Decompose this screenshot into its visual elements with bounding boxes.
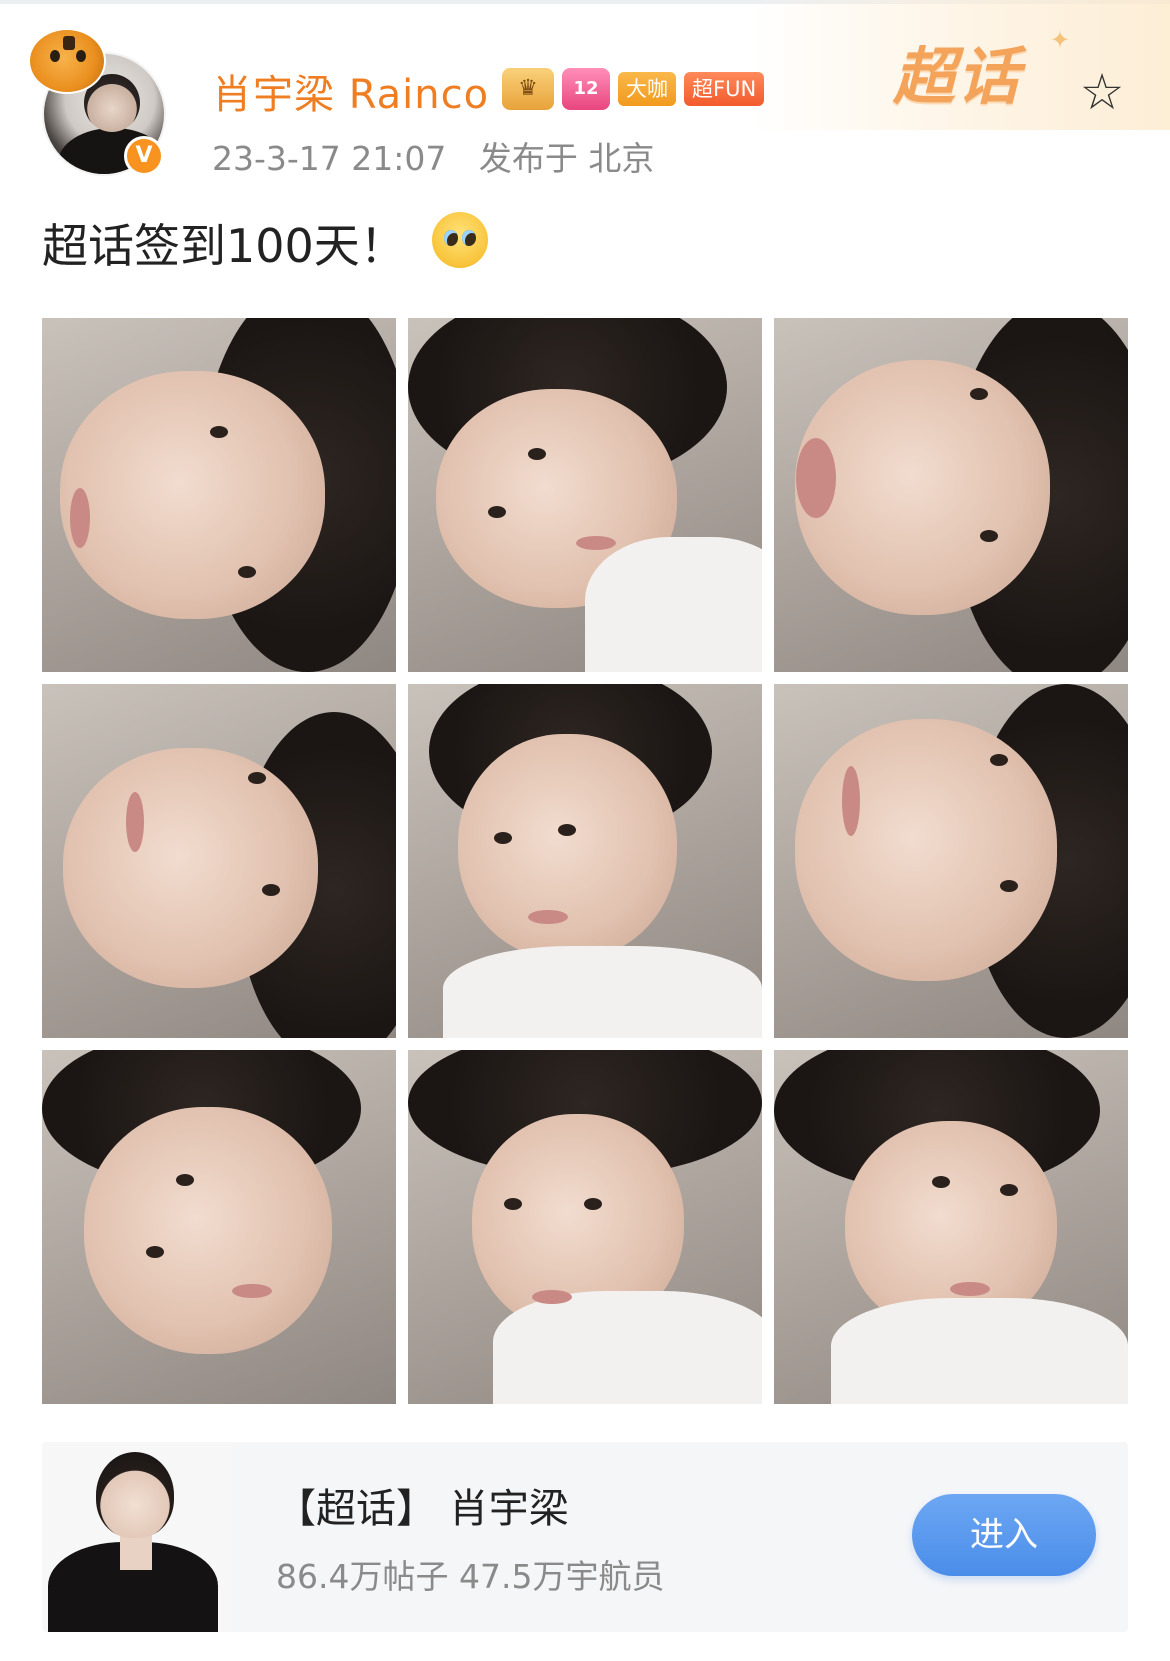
photo-shirt	[443, 945, 762, 1038]
photo-eye	[210, 426, 228, 438]
star-outline-icon[interactable]: ☆	[1074, 64, 1130, 120]
username[interactable]: 肖宇梁 Rainco	[212, 62, 489, 120]
super-topic-logo: 超话	[893, 40, 1022, 113]
post-meta: 23-3-17 21:07 发布于 北京	[212, 132, 654, 180]
photo-shirt	[492, 1290, 762, 1404]
photo-lip	[532, 1290, 572, 1304]
post-timestamp: 23-3-17 21:07	[212, 139, 447, 178]
photo-eye	[262, 884, 280, 896]
photo-face	[84, 1106, 333, 1355]
pleading-face-emoji-icon	[432, 212, 488, 268]
super-topic-card[interactable]: 【超话】 肖宇梁 86.4万帖子 47.5万宇航员 进入	[42, 1442, 1128, 1632]
user-badges: ♛ 12 大咖 超FUN	[502, 68, 765, 110]
photo-lip	[796, 438, 836, 518]
photo-lip	[70, 488, 90, 548]
verified-badge-icon: V	[124, 136, 164, 176]
photo-shirt	[585, 537, 762, 672]
enter-button[interactable]: 进入	[912, 1494, 1096, 1576]
photo-eye	[248, 772, 266, 784]
photo-lip	[232, 1284, 272, 1298]
tiger-pendant-icon	[28, 28, 106, 94]
photo-eye	[528, 448, 546, 460]
photo-1[interactable]	[42, 318, 396, 672]
photo-eye	[1000, 880, 1018, 892]
photo-eye	[504, 1198, 522, 1210]
photo-7[interactable]	[42, 1050, 396, 1404]
photo-face	[59, 371, 326, 619]
photo-lip	[126, 792, 144, 852]
weibo-post-page: V 肖宇梁 Rainco ♛ 12 大咖 超FUN 23-3-17 21:07 …	[0, 0, 1170, 1661]
crown-icon[interactable]: ♛	[502, 68, 554, 110]
photo-grid	[42, 318, 1128, 1405]
photo-eye	[146, 1246, 164, 1258]
photo-eye	[488, 506, 506, 518]
photo-face	[63, 747, 319, 989]
photo-4[interactable]	[42, 684, 396, 1038]
photo-eye	[980, 530, 998, 542]
photo-8[interactable]	[408, 1050, 762, 1404]
tiger-stripe	[63, 36, 75, 50]
photo-2[interactable]	[408, 318, 762, 672]
photo-face	[457, 733, 678, 961]
thumb-neck	[120, 1534, 152, 1570]
photo-5[interactable]	[408, 684, 762, 1038]
photo-6[interactable]	[774, 684, 1128, 1038]
photo-shirt	[830, 1297, 1128, 1404]
photo-9[interactable]	[774, 1050, 1128, 1404]
photo-3[interactable]	[774, 318, 1128, 672]
photo-lip	[576, 536, 616, 550]
post-text: 超话签到100天！	[42, 219, 406, 273]
thumb-head	[96, 1452, 174, 1538]
photo-face	[795, 719, 1058, 982]
gem-level-badge[interactable]: 12	[562, 68, 610, 110]
photo-lip	[528, 910, 568, 924]
photo-eye	[970, 388, 988, 400]
photo-lip	[842, 766, 860, 836]
photo-eye	[238, 566, 256, 578]
photo-eye	[584, 1198, 602, 1210]
photo-eye	[494, 832, 512, 844]
photo-eye	[990, 754, 1008, 766]
photo-eye	[558, 824, 576, 836]
photo-eye	[932, 1176, 950, 1188]
super-fun-badge[interactable]: 超FUN	[684, 72, 765, 106]
photo-eye	[1000, 1184, 1018, 1196]
topic-stats: 86.4万帖子 47.5万宇航员	[276, 1557, 665, 1596]
sparkle-icon: ✦	[1050, 26, 1071, 54]
daka-badge[interactable]: 大咖	[618, 72, 676, 106]
post-location: 发布于 北京	[478, 139, 655, 178]
topic-thumbnail	[42, 1442, 232, 1632]
topic-title: 【超话】 肖宇梁	[276, 1486, 569, 1532]
photo-eye	[176, 1174, 194, 1186]
photo-lip	[950, 1282, 990, 1296]
